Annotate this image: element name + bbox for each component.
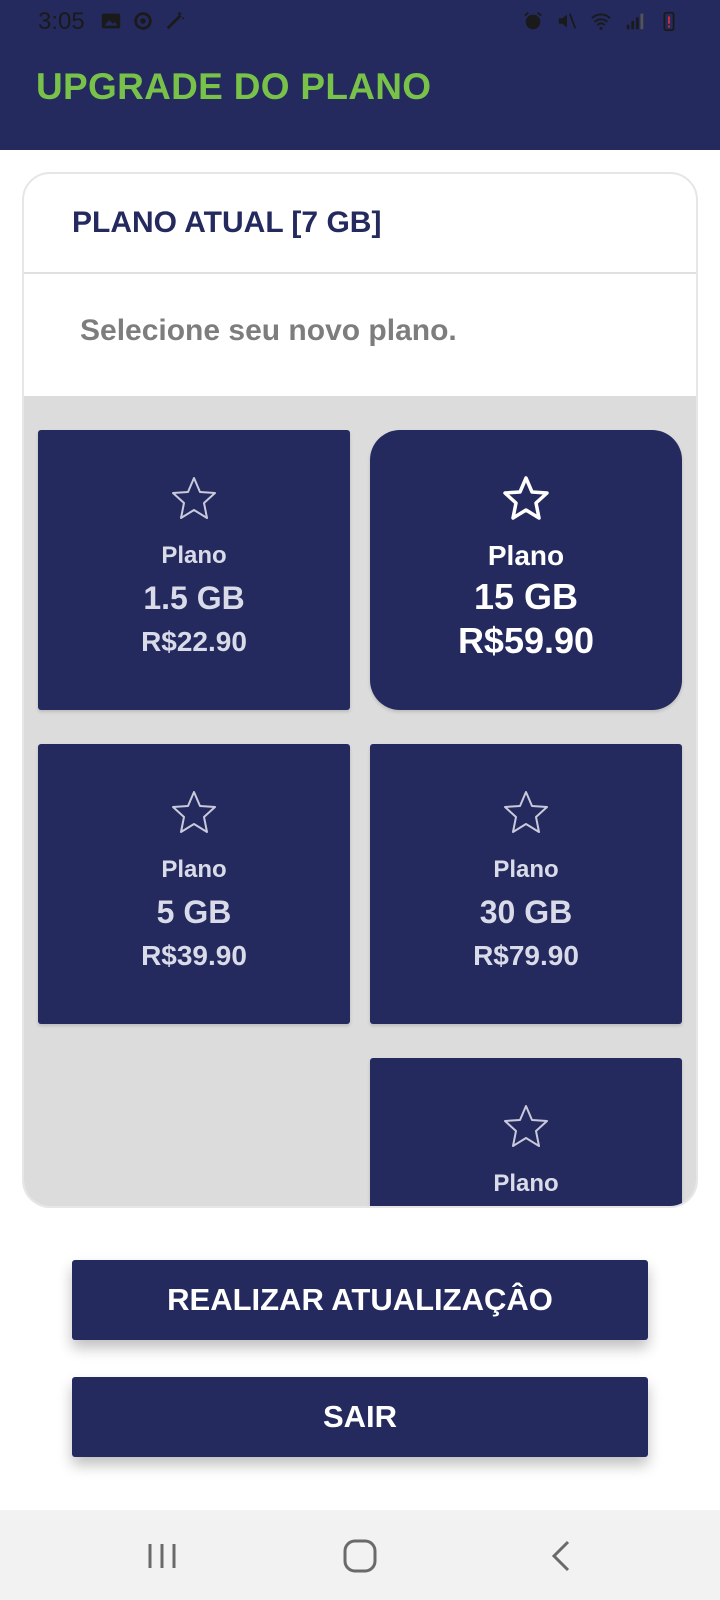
plan-size: 1.5 GB [143,580,245,616]
app-bar: 3:05 UPGRADE DO PLANO [0,0,720,150]
plan-label: Plano [161,856,227,883]
star-outline-icon [503,476,549,520]
plan-option-5gb[interactable]: Plano 5 GB R$39.90 [38,744,350,1024]
status-time: 3:05 [38,8,85,35]
home-icon[interactable] [338,1538,382,1574]
select-plan-subtitle: Selecione seu novo plano. [80,314,457,347]
card-header: PLANO ATUAL [7 GB] [24,174,696,274]
plan-option-partial[interactable]: Plano [370,1058,682,1206]
mute-icon [558,13,577,29]
star-outline-icon [504,791,548,833]
alarm-icon [524,12,542,30]
plan-price: R$79.90 [473,940,579,971]
exit-button[interactable]: SAIR [72,1377,648,1457]
current-plan-title: PLANO ATUAL [7 GB] [72,206,382,239]
system-nav-bar [0,1510,720,1600]
plan-price: R$59.90 [457,620,595,661]
plan-size: 15 GB [473,576,579,617]
star-outline-icon [172,477,216,519]
plan-option-30gb[interactable]: Plano 30 GB R$79.90 [370,744,682,1024]
recent-apps-icon[interactable] [140,1538,184,1574]
plan-label: Plano [161,542,227,569]
plans-grid[interactable]: Plano 1.5 GB R$22.90 Plano 15 GB R$59.90… [24,396,696,1206]
perform-update-button[interactable]: REALIZAR ATUALIZAÇÂO [72,1260,648,1340]
star-outline-icon [504,1105,548,1147]
plan-size: 5 GB [156,894,232,930]
back-icon[interactable] [540,1538,584,1574]
star-outline-icon [172,791,216,833]
plan-option-15gb[interactable]: Plano 15 GB R$59.90 [370,430,682,710]
status-bar: 3:05 [0,0,720,44]
magic-wand-icon [166,11,185,30]
plan-label: Plano [487,540,565,571]
page-title: UPGRADE DO PLANO [36,66,432,107]
plan-size: 30 GB [479,894,573,930]
plan-label: Plano [493,856,559,883]
image-icon [101,13,121,29]
plan-label: Plano [493,1170,559,1197]
plan-price: R$22.90 [141,626,247,657]
plan-card: PLANO ATUAL [7 GB] Selecione seu novo pl… [22,172,698,1208]
battery-alert-icon [663,11,675,32]
plan-option-1-5gb[interactable]: Plano 1.5 GB R$22.90 [38,430,350,710]
wifi-icon [591,13,611,30]
signal-icon [626,13,644,30]
sync-icon [134,12,152,30]
plan-price: R$39.90 [141,940,247,971]
